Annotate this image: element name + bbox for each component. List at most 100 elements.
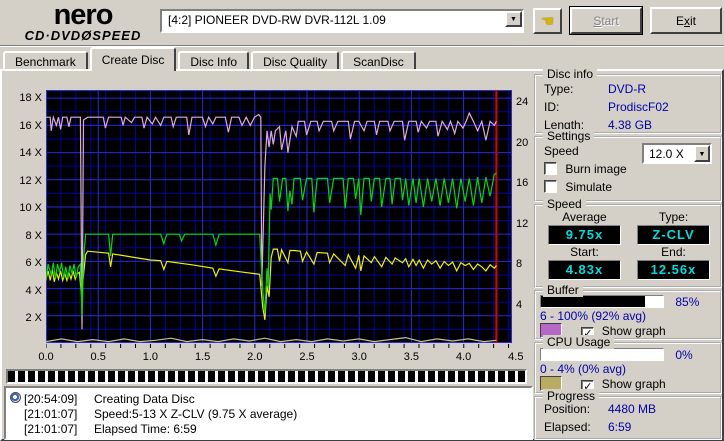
logo-brand-text: nero (53, 0, 114, 31)
status-log[interactable]: [20:54:09] Creating Data Disc [21:01:07] Sp… (4, 386, 533, 440)
disc-info-row: ID: ProdiscF02 (536, 98, 720, 116)
logo-product-text: CD·DVDØSPEED (24, 28, 142, 43)
progress-row: Elapsed: 6:59 (536, 418, 720, 436)
tab-disc-quality[interactable]: Disc Quality (251, 51, 340, 70)
left-axis-tick: 16 X (19, 119, 42, 132)
cpu-percent: 0% (675, 348, 693, 362)
disc-icon (10, 391, 21, 403)
start-button[interactable]: Start (569, 6, 643, 35)
buffer-meter-fill (541, 296, 645, 307)
disc-icon: Ø (81, 28, 93, 43)
disc-info-group: Disc info Type: DVD-R ID: ProdiscF02 Length:… (534, 67, 722, 134)
cpu-range: 0 - 4% (0% avg) (540, 362, 627, 376)
speed-cell-value: 9.75x (548, 225, 621, 245)
create-disc-panel: [20:54:09] Creating Data Disc [21:01:07] Sp… (0, 67, 724, 441)
x-axis-tick: 1.5 (194, 351, 211, 363)
right-axis-tick: 16 (516, 177, 529, 189)
disc-info-label: ID: (544, 100, 560, 114)
right-axis-tick: 8 (516, 258, 523, 270)
x-axis-tick: 0.5 (90, 351, 106, 363)
buffer-range: 6 - 100% (92% avg) (540, 309, 647, 323)
speed-group: Speed Average 9.75x Type: Z-CLV Start: 4.83x E… (534, 197, 722, 288)
left-axis-tick: 14 X (19, 147, 42, 159)
log-text: Elapsed Time: 6:59 (94, 421, 197, 436)
speed-group-title: Speed (543, 197, 586, 211)
x-axis-tick: 3.0 (351, 351, 367, 363)
progress-title: Progress (543, 389, 600, 403)
speed-cell-value: 4.83x (548, 260, 621, 280)
tab-disc-info[interactable]: Disc Info (178, 51, 250, 70)
x-axis-tick: 1.0 (142, 351, 159, 363)
log-time: [20:54:09] (24, 391, 78, 406)
settings-option: Simulate (536, 178, 720, 196)
tab-benchmark[interactable]: Benchmark (3, 51, 88, 70)
progress-group: Progress Position: 4480 MB Elapsed: 6:59 (534, 389, 722, 440)
disc-info-value: ProdiscF02 (608, 100, 669, 114)
speed-cell-label: Type: (658, 210, 689, 224)
speed-plot (46, 90, 512, 348)
disc-info-title: Disc info (543, 67, 598, 81)
burn-image-checkbox[interactable] (544, 162, 557, 175)
cpu-meter (540, 348, 664, 361)
log-line: [20:54:09] Creating Data Disc (10, 391, 527, 406)
left-axis-tick: 12 X (19, 174, 42, 187)
checkbox-label: Burn image (562, 162, 627, 176)
write-progress-bar (6, 369, 527, 384)
x-axis-tick: 0.0 (38, 351, 54, 363)
x-axis-tick: 2.0 (247, 351, 263, 363)
x-axis-tick: 3.5 (403, 351, 420, 363)
progress-label: Position: (544, 402, 591, 416)
left-axis-tick: 18 X (19, 92, 42, 104)
drive-select[interactable]: [4:2] PIONEER DVD-RW DVR-112L 1.09 ▼ (160, 9, 524, 33)
nero-logo: nero CD·DVDØSPEED (8, 0, 158, 43)
disc-info-value: DVD-R (608, 82, 646, 96)
settings-title: Settings (543, 129, 595, 143)
x-axis-tick: 2.5 (299, 351, 315, 363)
disc-info-row: Type: DVD-R (536, 80, 720, 98)
log-line: [21:01:07] Speed:5-13 X Z-CLV (9.75 X ave… (10, 406, 527, 421)
disc-info-value: 4.38 GB (608, 118, 653, 132)
speed-cell-label: Average (562, 210, 607, 224)
buffer-group: Buffer 85% 6 - 100% (92% avg) ✓ Show gra… (534, 283, 722, 340)
right-axis-tick: 4 (516, 298, 523, 311)
left-axis-tick: 10 X (19, 202, 42, 214)
tab-create-disc[interactable]: Create Disc (89, 47, 177, 71)
chevron-down-icon[interactable]: ▼ (505, 11, 522, 27)
speed-cell: Start: 4.83x (548, 245, 621, 280)
top-toolbar: nero CD·DVDØSPEED [4:2] PIONEER DVD-RW D… (0, 0, 724, 47)
hand-tool-button[interactable]: ☚ (533, 8, 562, 34)
progress-value: 4480 MB (608, 402, 657, 416)
progress-value: 6:59 (608, 420, 632, 434)
log-text: Speed:5-13 X Z-CLV (9.75 X average) (94, 406, 298, 421)
buffer-percent: 85% (675, 295, 700, 309)
x-axis-tick: 4.0 (455, 351, 472, 363)
speed-cell-label: Start: (570, 245, 599, 259)
left-axis-tick: 4 X (25, 284, 42, 297)
left-axis-tick: 2 X (25, 312, 42, 324)
right-axis-tick: 24 (516, 96, 529, 108)
simulate-checkbox[interactable] (544, 180, 557, 193)
tab-scandisc[interactable]: ScanDisc (341, 51, 416, 70)
speed-cell: End: 12.56x (637, 245, 710, 280)
right-axis-tick: 20 (516, 136, 529, 149)
checkbox-label: Simulate (562, 180, 613, 194)
disc-icon (10, 391, 24, 406)
speed-cell: Type: Z-CLV (637, 210, 710, 245)
x-axis-tick: 4.5 (508, 351, 524, 363)
log-time: [21:01:07] (24, 406, 78, 421)
cpu-usage-title: CPU Usage (543, 335, 615, 349)
speed-select[interactable]: 12.0 X ▼ (642, 143, 712, 164)
speed-cell: Average 9.75x (548, 210, 621, 245)
chevron-down-icon[interactable]: ▼ (694, 145, 710, 162)
right-axis-tick: 12 (516, 217, 529, 230)
log-time: [21:01:07] (24, 421, 78, 436)
log-line: [21:01:07] Elapsed Time: 6:59 (10, 421, 527, 436)
progress-label: Elapsed: (544, 420, 591, 434)
exit-button[interactable]: Exit (650, 7, 722, 34)
cpu-show-graph-label: Show graph (601, 377, 666, 391)
cpu-usage-group: CPU Usage 0% 0 - 4% (0% avg) ✓ Show grap… (534, 335, 722, 394)
write-progress-fill (8, 371, 525, 382)
speed-cell-value: Z-CLV (637, 225, 710, 245)
left-axis-tick: 6 X (25, 257, 42, 269)
buffer-title: Buffer (543, 283, 583, 297)
